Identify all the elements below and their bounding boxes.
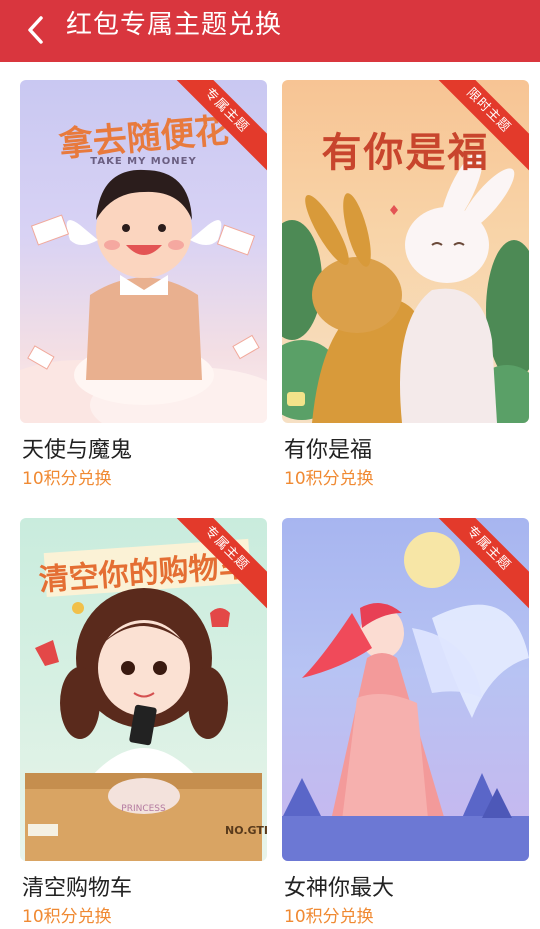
- ribbon-label: 专属主题: [437, 518, 529, 610]
- page-title: 红包专属主题兑换: [66, 10, 283, 40]
- theme-thumbnail[interactable]: 清空你的购物车 PRINCESS NO.GTI 专属主题: [20, 518, 267, 861]
- ribbon: 专属主题: [175, 518, 267, 610]
- theme-name: 天使与魔鬼: [22, 438, 133, 463]
- ribbon-label: 专属主题: [175, 80, 267, 172]
- theme-price: 10积分兑换: [22, 907, 112, 927]
- theme-card-goddess[interactable]: 专属主题 女神你最大 10积分兑换: [282, 518, 529, 927]
- top-bar: 红包专属主题兑换: [0, 0, 540, 62]
- ribbon-label: 专属主题: [175, 518, 267, 610]
- box-label: NO.GTI: [225, 824, 267, 837]
- ribbon: 专属主题: [437, 518, 529, 610]
- box-text: PRINCESS: [121, 804, 166, 814]
- ribbon: 限时主题: [437, 80, 529, 172]
- theme-price: 10积分兑换: [284, 469, 374, 489]
- theme-thumbnail[interactable]: 专属主题: [282, 518, 529, 861]
- theme-price: 10积分兑换: [22, 469, 112, 489]
- theme-name: 女神你最大: [284, 876, 395, 901]
- theme-thumbnail[interactable]: 有你是福 限时主题: [282, 80, 529, 423]
- theme-card-angel-devil[interactable]: 拿去随便花 TAKE MY MONEY 专属主题 天使与魔鬼 10积分兑换: [20, 80, 267, 489]
- theme-name: 有你是福: [284, 438, 373, 463]
- ribbon: 专属主题: [175, 80, 267, 172]
- ribbon-label: 限时主题: [437, 80, 529, 172]
- chevron-left-icon: [28, 16, 43, 44]
- theme-card-blessing[interactable]: 有你是福 限时主题 有你是福 10积分兑换: [282, 80, 529, 489]
- theme-thumbnail[interactable]: 拿去随便花 TAKE MY MONEY 专属主题: [20, 80, 267, 423]
- theme-card-shopping-cart[interactable]: 清空你的购物车 PRINCESS NO.GTI 专属主题 清空购物车 10积分兑…: [20, 518, 267, 927]
- theme-price: 10积分兑换: [284, 907, 374, 927]
- theme-name: 清空购物车: [22, 876, 133, 901]
- back-button[interactable]: [18, 12, 54, 48]
